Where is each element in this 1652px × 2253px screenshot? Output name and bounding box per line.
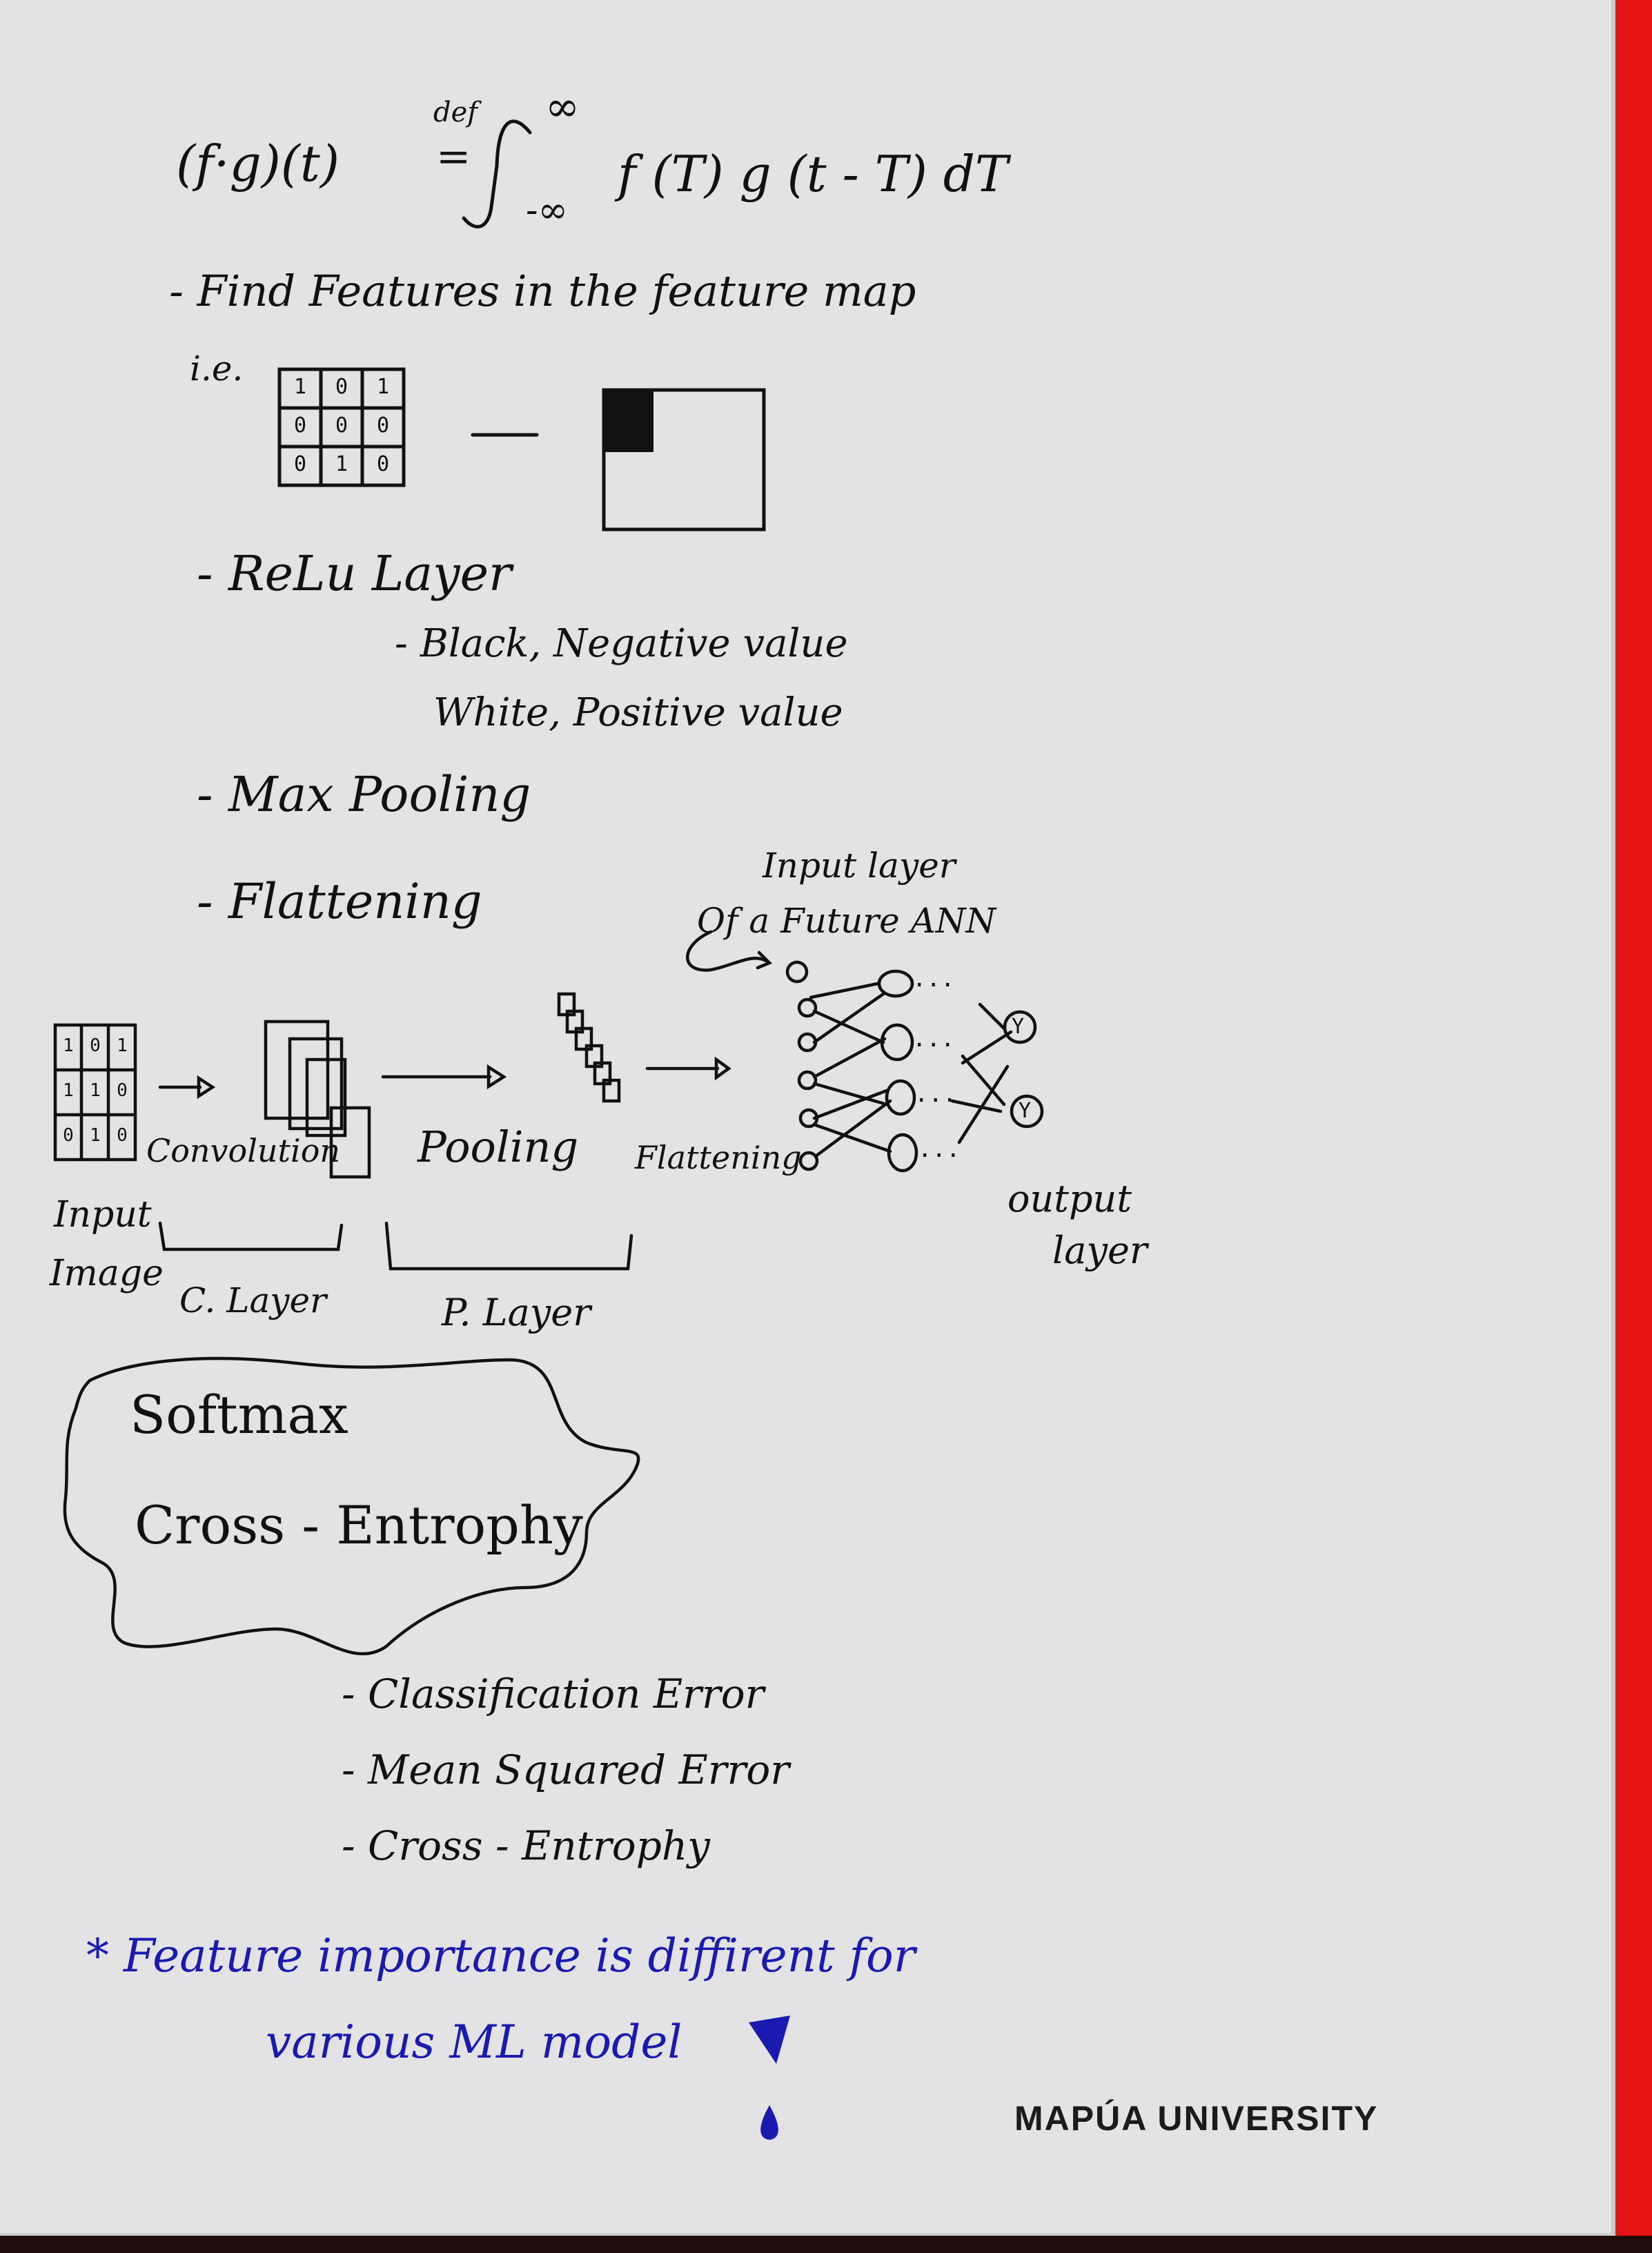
note-relu-white: White, Positive value — [433, 690, 843, 735]
label-c-layer: C. Layer — [179, 1280, 327, 1320]
matrix-cell: 1 — [376, 375, 390, 399]
input-cell: 0 — [117, 1080, 128, 1101]
matrix-cell: 0 — [376, 452, 390, 476]
input-cell: 1 — [90, 1080, 101, 1101]
feature-map-filled-cell — [604, 390, 653, 452]
blue-check-mark — [749, 2016, 790, 2064]
formula-lhs: (f·g)(t) — [176, 135, 340, 193]
label-input-image-2: Image — [50, 1253, 164, 1294]
formula-def: def — [433, 97, 478, 128]
input-cell: 1 — [63, 1080, 74, 1101]
label-ann-2: Of a Future ANN — [697, 901, 996, 941]
note-flattening: - Flattening — [197, 873, 482, 930]
input-cell: 0 — [63, 1125, 74, 1146]
matrix-cell: 0 — [293, 413, 307, 438]
cloud-cross-entropy: Cross - Entrophy — [135, 1494, 583, 1556]
formula-integrand: f (T) g (t - T) dT — [618, 145, 1008, 203]
hidden-dots-3: ... — [914, 1080, 957, 1108]
error-item: - Classification Error — [342, 1670, 765, 1717]
input-cell: 0 — [90, 1035, 101, 1056]
matrix-cell: 0 — [335, 375, 348, 399]
output-node-1-label: Y — [1012, 1015, 1025, 1039]
input-cell: 1 — [117, 1035, 128, 1056]
input-cell: 0 — [117, 1125, 128, 1146]
label-ann-1: Input layer — [763, 846, 956, 886]
note-find-features: - Find Features in the feature map — [169, 266, 916, 316]
matrix-cell: 0 — [335, 413, 348, 438]
matrix-cell: 0 — [376, 413, 390, 438]
label-output-layer-1: output — [1007, 1177, 1132, 1220]
input-cell: 1 — [63, 1035, 74, 1056]
output-node-2-label: Y — [1019, 1099, 1032, 1123]
brand-wordmark: MAPÚA UNIVERSITY — [1014, 2099, 1379, 2138]
input-cell: 1 — [90, 1125, 101, 1146]
integral-sign — [462, 119, 532, 228]
label-flattening: Flattening — [635, 1139, 802, 1176]
blue-note-line-1: * Feature importance is diffirent for — [86, 1929, 916, 1982]
desk-edge — [0, 2236, 1652, 2253]
matrix-cell: 1 — [335, 452, 348, 476]
hidden-dots-2: ... — [912, 1025, 955, 1053]
sketch-drawing — [53, 119, 1044, 2140]
blue-note-line-2: various ML model — [266, 2016, 682, 2069]
cloud-softmax: Softmax — [130, 1384, 348, 1445]
note-relu-black: - Black, Negative value — [395, 621, 848, 666]
blue-drop — [760, 2105, 778, 2140]
formula-upper: ∞ — [545, 83, 580, 131]
note-max-pooling: - Max Pooling — [197, 766, 531, 823]
label-p-layer: P. Layer — [442, 1291, 591, 1334]
c-layer-bracket — [158, 1221, 344, 1251]
label-output-layer-2: layer — [1052, 1229, 1148, 1272]
p-layer-bracket — [384, 1221, 633, 1271]
label-input-image-1: Input — [54, 1194, 152, 1236]
label-pooling: Pooling — [417, 1122, 579, 1172]
note-ie: i.e. — [190, 349, 244, 389]
note-relu: - ReLu Layer — [197, 545, 512, 602]
label-convolution: Convolution — [146, 1132, 341, 1169]
formula-lower: -∞ — [526, 190, 568, 231]
matrix-cell: 0 — [293, 452, 307, 476]
error-item: - Cross - Entrophy — [342, 1822, 710, 1869]
hidden-dots-4: ... — [918, 1135, 961, 1163]
hidden-dots-1: ... — [912, 965, 955, 993]
matrix-cell: 1 — [293, 375, 307, 399]
formula-eq: = — [436, 133, 471, 181]
hidden-node — [877, 969, 914, 998]
error-item: - Mean Squared Error — [342, 1746, 789, 1793]
feature-map-stack-1 — [264, 1020, 330, 1120]
